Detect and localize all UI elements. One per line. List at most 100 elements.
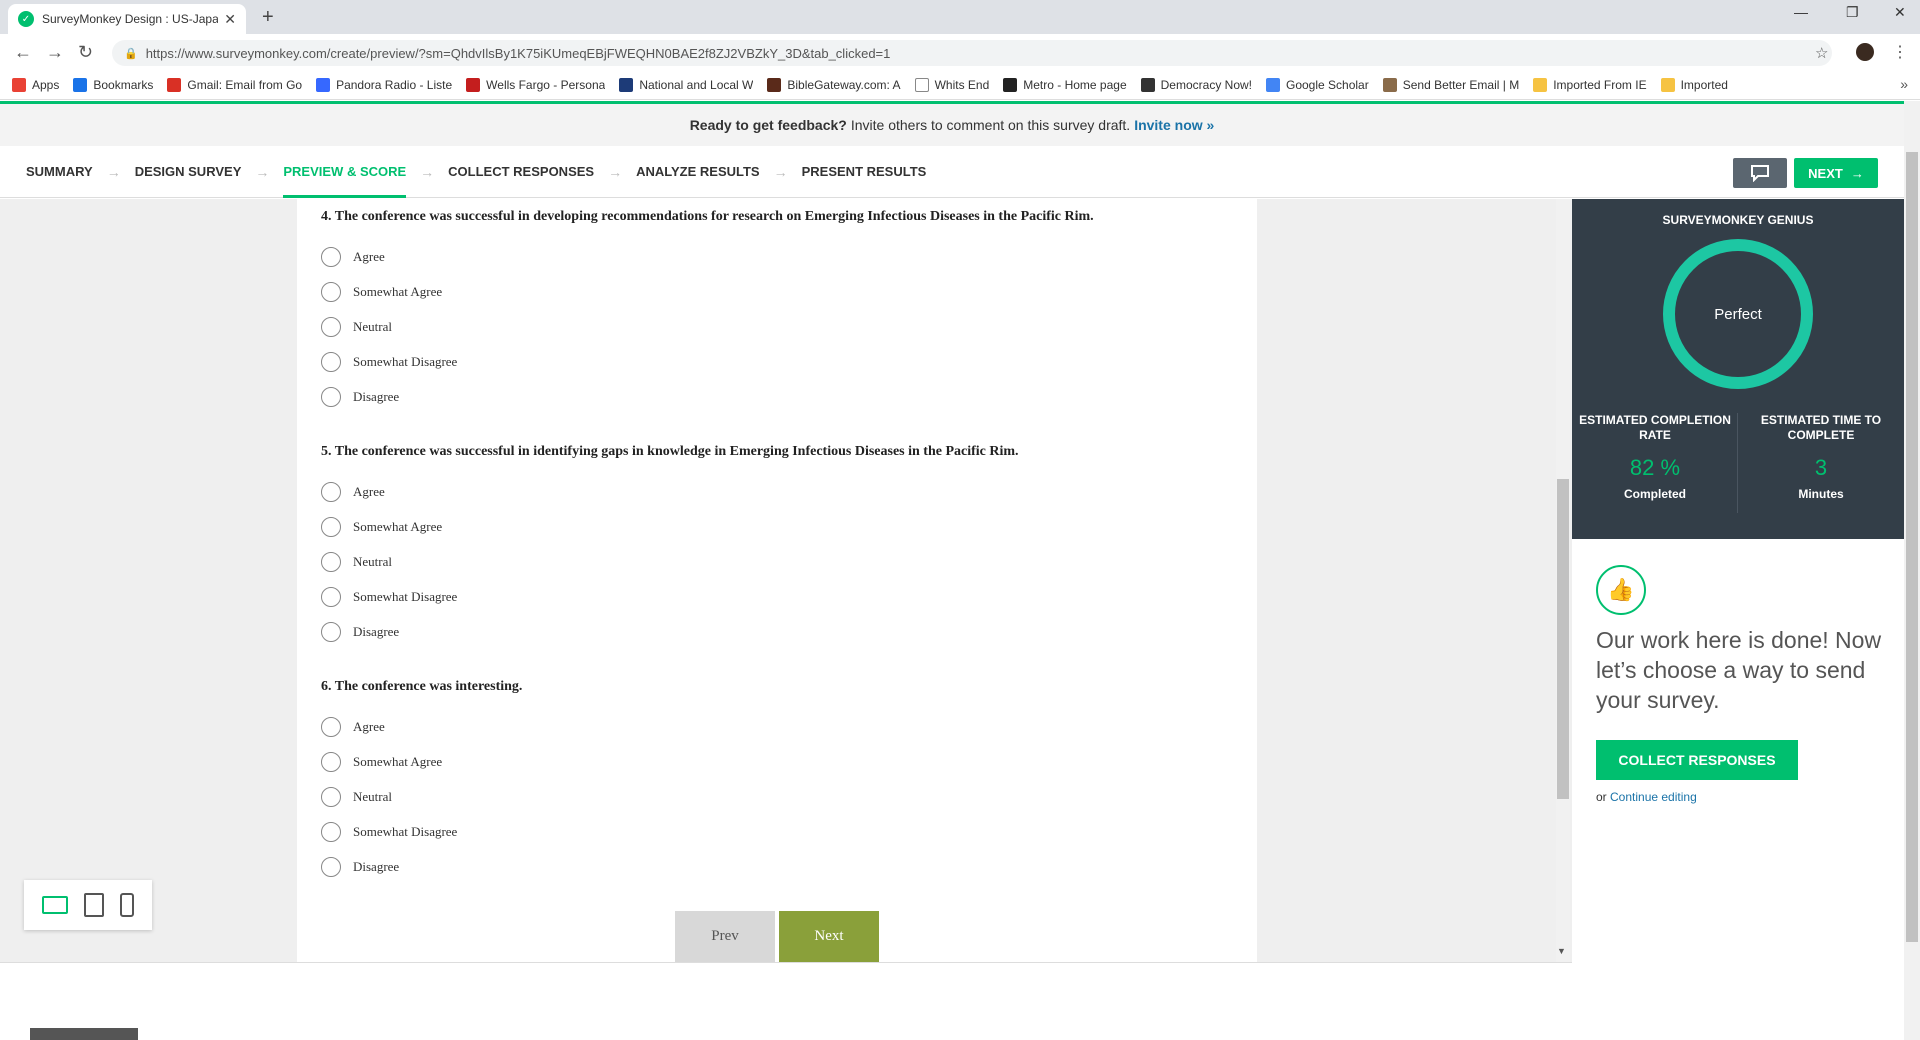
step-present-results[interactable]: PRESENT RESULTS — [802, 146, 927, 198]
radio-button[interactable] — [321, 351, 341, 372]
bookmark-apps[interactable]: Apps — [12, 77, 59, 92]
bookmark-bookmarks[interactable]: Bookmarks — [73, 77, 153, 92]
question-title: 5. The conference was successful in iden… — [321, 444, 1019, 459]
option-disagree[interactable]: Disagree — [321, 849, 522, 884]
bookmark-biblegateway[interactable]: BibleGateway.com: A — [767, 77, 901, 92]
score-ring: Perfect — [1663, 239, 1813, 389]
bookmark-imported[interactable]: Imported — [1660, 77, 1728, 92]
radio-button[interactable] — [321, 821, 341, 842]
banner-bold: Ready to get feedback? — [689, 117, 847, 133]
minimize-icon[interactable]: — — [1794, 4, 1808, 20]
bookmark-star-icon[interactable]: ☆ — [1815, 44, 1828, 62]
option-somewhat-agree[interactable]: Somewhat Agree — [321, 274, 1094, 309]
browser-tab[interactable]: ✓ SurveyMonkey Design : US-Japan ✕ — [8, 4, 246, 34]
new-tab-icon[interactable]: + — [262, 6, 274, 29]
step-preview-score[interactable]: PREVIEW & SCORE — [283, 146, 406, 198]
or-text: or — [1596, 790, 1607, 804]
option-somewhat-disagree[interactable]: Somewhat Disagree — [321, 814, 522, 849]
step-analyze-results[interactable]: ANALYZE RESULTS — [636, 146, 760, 198]
option-agree[interactable]: Agree — [321, 474, 1019, 509]
restore-icon[interactable]: ❐ — [1846, 4, 1859, 21]
invite-now-link[interactable]: Invite now » — [1134, 117, 1214, 133]
bookmark-whits-end[interactable]: Whits End — [914, 77, 989, 92]
more-bookmarks-icon[interactable]: » — [1900, 76, 1908, 92]
prev-page-button[interactable]: Prev — [675, 911, 775, 962]
option-somewhat-agree[interactable]: Somewhat Agree — [321, 744, 522, 779]
browser-menu-icon[interactable]: ⋮ — [1892, 42, 1908, 62]
profile-avatar[interactable] — [1856, 43, 1874, 61]
score-label: Perfect — [1714, 305, 1762, 323]
option-somewhat-disagree[interactable]: Somewhat Disagree — [321, 579, 1019, 614]
question-4: 4. The conference was successful in deve… — [321, 209, 1094, 414]
close-tab-icon[interactable]: ✕ — [224, 11, 236, 28]
continue-line: or Continue editing — [1596, 790, 1697, 804]
feedback-banner: Ready to get feedback? Invite others to … — [0, 104, 1904, 146]
step-summary[interactable]: SUMMARY — [26, 146, 93, 198]
radio-button[interactable] — [321, 586, 341, 607]
radio-button[interactable] — [321, 716, 341, 737]
step-design-survey[interactable]: DESIGN SURVEY — [135, 146, 242, 198]
step-collect-responses[interactable]: COLLECT RESPONSES — [448, 146, 594, 198]
phone-icon[interactable] — [120, 893, 134, 917]
radio-button[interactable] — [321, 786, 341, 807]
back-icon[interactable]: ← — [14, 42, 32, 63]
question-6: 6. The conference was interesting. Agree… — [321, 679, 522, 884]
address-bar[interactable]: 🔒 https://www.surveymonkey.com/create/pr… — [112, 40, 1832, 66]
radio-button[interactable] — [321, 281, 341, 302]
next-page-button[interactable]: Next — [779, 911, 879, 962]
time-label: ESTIMATED TIME TO COMPLETE — [1760, 413, 1882, 442]
radio-button[interactable] — [321, 751, 341, 772]
tablet-icon[interactable] — [84, 893, 104, 917]
radio-button[interactable] — [321, 856, 341, 877]
pandora-icon — [316, 77, 331, 92]
radio-button[interactable] — [321, 621, 341, 642]
desktop-icon[interactable] — [42, 896, 68, 914]
folder-icon — [1533, 77, 1548, 92]
bookmark-national-local[interactable]: National and Local W — [619, 77, 753, 92]
radio-button[interactable] — [321, 246, 341, 267]
step-arrow-icon: → — [608, 163, 623, 180]
option-agree[interactable]: Agree — [321, 709, 522, 744]
bookmark-metro[interactable]: Metro - Home page — [1003, 77, 1127, 92]
bookmark-wells-fargo[interactable]: Wells Fargo - Persona — [466, 77, 605, 92]
option-disagree[interactable]: Disagree — [321, 379, 1094, 414]
next-step-button[interactable]: NEXT → — [1794, 158, 1878, 188]
bookmark-democracy-now[interactable]: Democracy Now! — [1140, 77, 1252, 92]
collect-responses-button[interactable]: COLLECT RESPONSES — [1596, 740, 1798, 780]
radio-button[interactable] — [321, 386, 341, 407]
radio-button[interactable] — [321, 551, 341, 572]
scroll-down-icon[interactable]: ▼ — [1557, 946, 1566, 956]
bookmark-send-better-email[interactable]: Send Better Email | M — [1382, 77, 1519, 92]
time-to-complete: ESTIMATED TIME TO COMPLETE 3 Minutes — [1738, 413, 1904, 501]
bottom-button[interactable] — [30, 1028, 138, 1040]
radio-button[interactable] — [321, 481, 341, 502]
radio-button[interactable] — [321, 316, 341, 337]
continue-editing-link[interactable]: Continue editing — [1610, 790, 1697, 804]
option-neutral[interactable]: Neutral — [321, 779, 522, 814]
close-window-icon[interactable]: ✕ — [1894, 4, 1906, 21]
tab-title: SurveyMonkey Design : US-Japan — [42, 12, 219, 26]
star-icon — [73, 77, 88, 92]
completion-sub: Completed — [1623, 487, 1686, 501]
forward-icon[interactable]: → — [46, 42, 64, 63]
bookmark-pandora[interactable]: Pandora Radio - Liste — [316, 77, 452, 92]
reload-icon[interactable]: ↻ — [78, 42, 93, 63]
radio-button[interactable] — [321, 516, 341, 537]
option-neutral[interactable]: Neutral — [321, 544, 1019, 579]
option-agree[interactable]: Agree — [321, 239, 1094, 274]
option-somewhat-disagree[interactable]: Somewhat Disagree — [321, 344, 1094, 379]
bookmark-imported-from-ie[interactable]: Imported From IE — [1533, 77, 1647, 92]
bookmark-gmail[interactable]: Gmail: Email from Go — [167, 77, 302, 92]
option-disagree[interactable]: Disagree — [321, 614, 1019, 649]
comment-button[interactable] — [1733, 158, 1787, 188]
option-neutral[interactable]: Neutral — [321, 309, 1094, 344]
url-text: https://www.surveymonkey.com/create/prev… — [145, 45, 891, 61]
page-scroll-thumb[interactable] — [1906, 152, 1918, 942]
survey-pager: Prev Next — [675, 911, 879, 962]
genius-title: SURVEYMONKEY GENIUS — [1662, 213, 1814, 227]
option-somewhat-agree[interactable]: Somewhat Agree — [321, 509, 1019, 544]
metro-icon — [1003, 77, 1018, 92]
bookmark-google-scholar[interactable]: Google Scholar — [1266, 77, 1369, 92]
preview-scroll-thumb[interactable] — [1557, 479, 1569, 799]
browser-toolbar: ← → ↻ 🔒 https://www.surveymonkey.com/cre… — [0, 34, 1920, 70]
